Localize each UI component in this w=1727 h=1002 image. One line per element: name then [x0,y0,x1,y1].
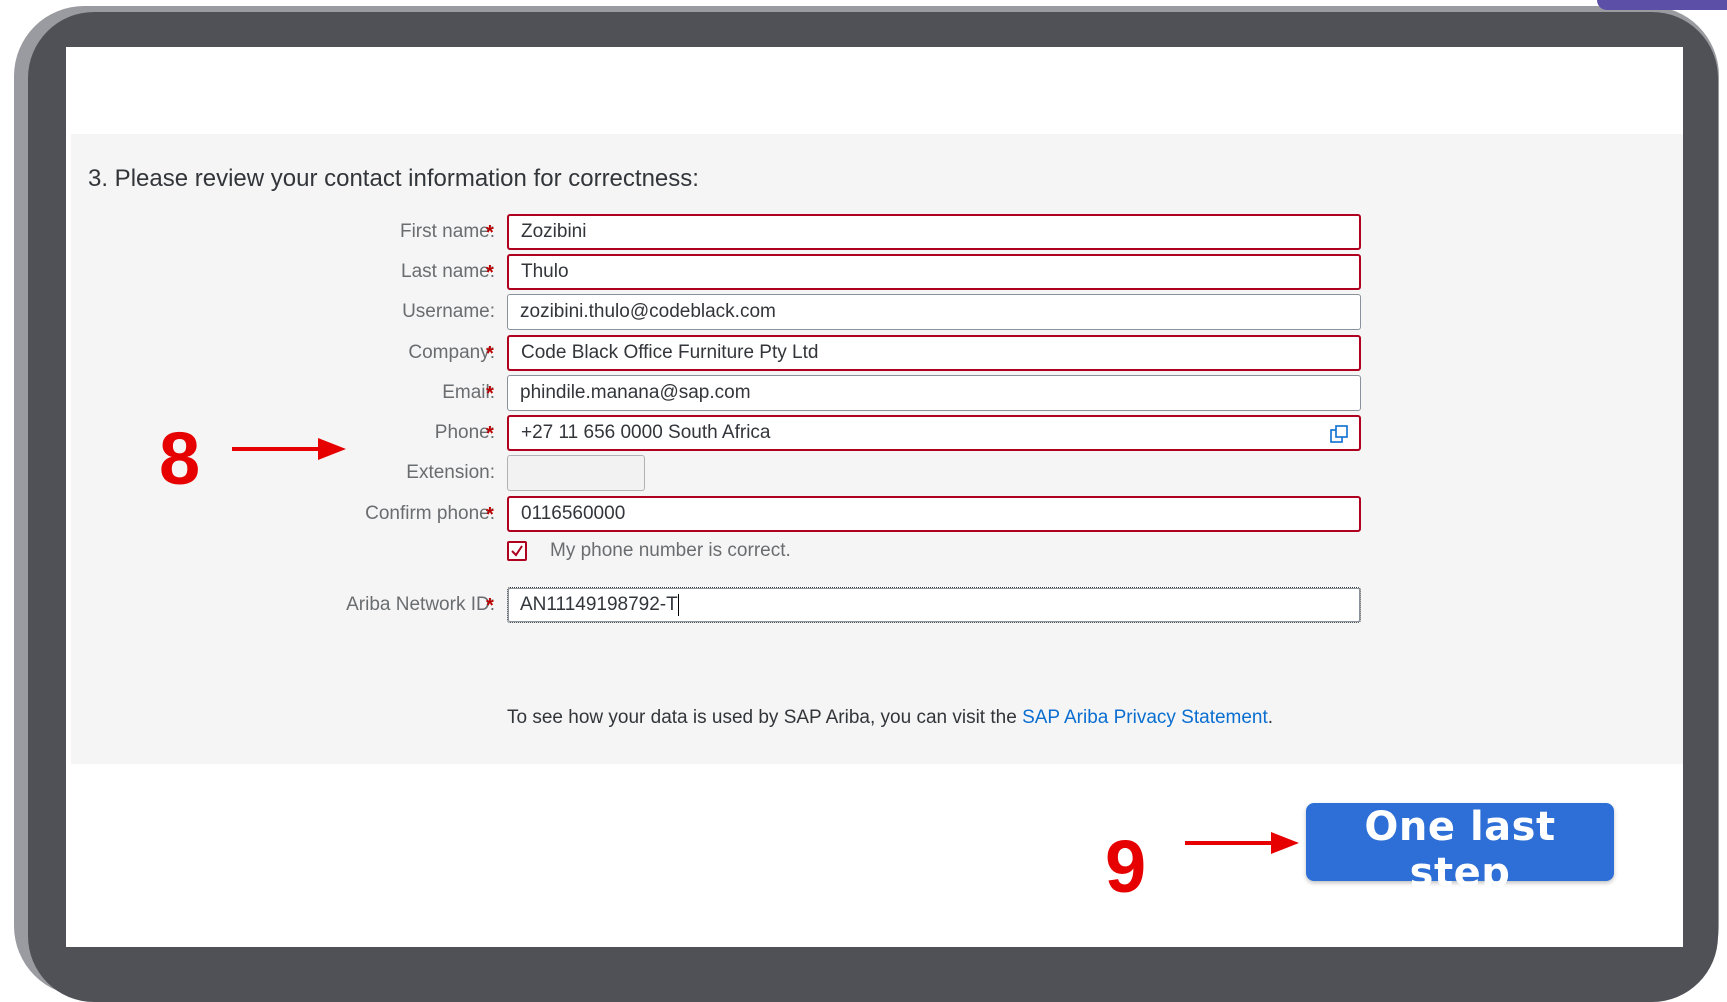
email-row: Email: * phindile.manana@sap.com [66,375,1683,411]
text-cursor [677,593,679,616]
company-label: Company: [408,342,495,363]
ariba-id-field[interactable]: AN11149198792-T [507,587,1361,623]
confirm-phone-row: Confirm phone: * 0116560000 [66,496,1683,532]
company-field[interactable]: Code Black Office Furniture Pty Ltd [507,335,1361,371]
required-marker: * [486,262,494,284]
phone-correct-checkbox[interactable] [507,541,527,561]
one-last-step-button[interactable]: One last step [1306,803,1614,896]
confirm-phone-field[interactable]: 0116560000 [507,496,1361,532]
ariba-id-value: AN11149198792-T [520,594,678,615]
ariba-id-row: Ariba Network ID: * AN11149198792-T [66,587,1683,623]
phone-field[interactable]: +27 11 656 0000 South Africa [507,415,1361,451]
extension-field [507,455,645,491]
username-row: Username: zozibini.thulo@codeblack.com [66,294,1683,330]
copy-icon[interactable] [1329,424,1349,444]
extension-label: Extension: [406,462,495,483]
required-marker: * [486,595,494,617]
annotation-step-9: 9 [1105,825,1147,908]
privacy-notice: To see how your data is used by SAP Arib… [507,707,1273,729]
required-marker: * [486,343,494,365]
phone-correct-checkbox-row[interactable]: My phone number is correct. [507,539,907,569]
last-name-field[interactable]: Thulo [507,254,1361,290]
first-name-row: First name: * Zozibini [66,214,1683,250]
username-field[interactable]: zozibini.thulo@codeblack.com [507,294,1361,330]
company-row: Company: * Code Black Office Furniture P… [66,335,1683,371]
username-label: Username: [402,301,495,322]
corner-accent [1597,0,1727,10]
annotation-step-8: 8 [159,417,201,500]
required-marker: * [486,383,494,405]
ariba-id-label: Ariba Network ID: [346,594,495,615]
arrow-right-icon [232,438,346,460]
phone-correct-label: My phone number is correct. [550,540,791,561]
privacy-statement-link[interactable]: SAP Ariba Privacy Statement [1022,707,1268,728]
required-marker: * [486,222,494,244]
first-name-label: First name: [399,221,495,242]
required-marker: * [486,423,494,445]
privacy-text: To see how your data is used by SAP Arib… [507,707,1023,728]
section-title: 3. Please review your contact informatio… [88,165,699,192]
last-name-row: Last name: * Thulo [66,254,1683,290]
email-field[interactable]: phindile.manana@sap.com [507,375,1361,411]
first-name-field[interactable]: Zozibini [507,214,1361,250]
checkmark-icon [511,545,523,557]
phone-value: +27 11 656 0000 South Africa [521,422,771,443]
privacy-end: . [1267,707,1274,728]
last-name-label: Last name: [401,261,495,282]
confirm-phone-label: Confirm phone: [365,503,495,524]
required-marker: * [486,504,494,526]
arrow-right-icon [1185,832,1299,854]
